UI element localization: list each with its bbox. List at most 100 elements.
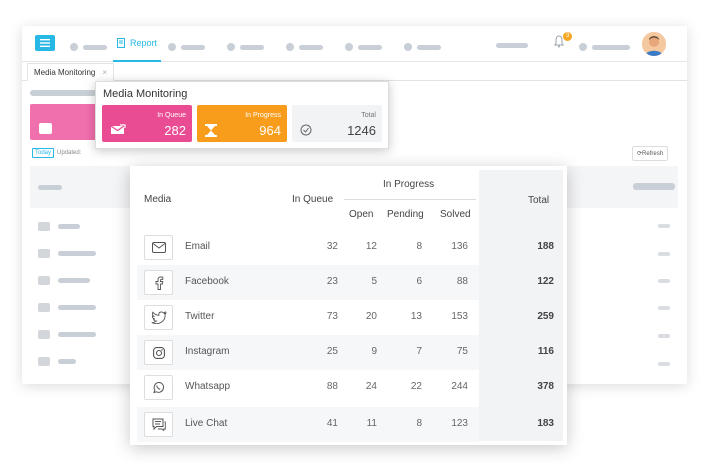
nav-item-6[interactable] [345,43,382,51]
cell-total: 259 [537,311,554,322]
background-row [30,323,130,345]
in-progress-label: In Progress [245,112,281,119]
table-row[interactable]: Email 32 12 8 136 188 [137,230,563,265]
facebook-icon [144,270,173,295]
nav-item-7[interactable] [404,43,441,51]
header-media: Media [144,194,172,205]
hourglass-icon [205,124,217,137]
user-menu[interactable] [579,43,630,51]
background-row [30,242,130,264]
hamburger-menu-button[interactable] [35,35,55,51]
media-name: Twitter [185,311,215,322]
total-stat[interactable]: Total 1246 [292,105,382,142]
nav-item-4[interactable] [227,43,264,51]
cell-total: 183 [537,418,554,429]
nav-item-5[interactable] [286,43,323,51]
tab-close-icon[interactable]: × [102,64,107,80]
background-cell [658,279,670,283]
media-name: Instagram [185,346,230,357]
notification-badge: 3 [563,32,572,41]
cell-pending: 8 [416,241,422,252]
cell-in-queue: 25 [326,346,338,357]
top-bar: Report 3 [22,26,687,62]
cell-total: 116 [537,346,554,357]
cell-open: 11 [366,418,377,429]
tab-label: Media Monitoring [34,68,96,77]
cell-total: 378 [537,381,554,392]
table-row[interactable]: Instagram 25 9 7 75 116 [137,335,563,370]
live-chat-icon [144,412,173,437]
media-name: Email [185,241,211,252]
avatar[interactable] [642,32,666,56]
background-row [30,269,130,291]
whatsapp-icon [144,375,173,400]
media-name: Facebook [185,276,229,287]
cell-solved: 244 [451,381,468,392]
cell-total: 122 [537,276,554,287]
inbox-icon [110,124,126,134]
nav-item-1[interactable] [70,43,107,51]
cell-pending: 22 [410,381,422,392]
updated-label: Updated: [57,150,82,156]
background-row [30,350,130,372]
twitter-icon [144,305,173,330]
nav-report-label: Report [130,38,158,48]
cell-solved: 88 [456,276,468,287]
total-label: Total [361,112,376,119]
in-queue-value: 282 [164,123,186,138]
media-name: Live Chat [185,418,228,429]
summary-title: Media Monitoring [103,88,188,100]
cell-in-queue: 32 [326,241,338,252]
tab-row: Media Monitoring × [22,63,687,81]
today-button[interactable]: Today [32,148,55,158]
menu-icon [40,39,50,47]
cell-open: 5 [371,276,377,287]
nav-item-3[interactable] [168,43,205,51]
cell-total: 188 [537,241,554,252]
report-icon [117,38,125,48]
background-cell [658,306,670,310]
cell-open: 20 [365,311,377,322]
cell-pending: 7 [416,346,422,357]
cell-in-queue: 88 [326,381,338,392]
cell-pending: 13 [410,311,422,322]
background-cell [658,334,670,338]
table-row[interactable]: Twitter 73 20 13 153 259 [137,300,563,335]
cell-in-queue: 41 [326,418,338,429]
header-pending: Pending [387,209,424,220]
nav-item-8[interactable] [496,43,528,48]
media-name: Whatsapp [185,381,231,392]
refresh-button[interactable]: ⟳Refresh [632,146,669,161]
date-filter: Today Updated: [32,148,81,158]
cell-open: 9 [371,346,377,357]
nav-item-report[interactable]: Report [113,26,162,62]
summary-card: Media Monitoring In Queue 282 In Progres… [95,81,389,149]
header-divider [344,199,476,200]
table-row[interactable]: Live Chat 41 11 8 123 183 [137,407,563,442]
table-row[interactable]: Facebook 23 5 6 88 122 [137,265,563,300]
refresh-label: Refresh [642,151,664,157]
in-progress-stat[interactable]: In Progress 964 [197,105,287,142]
table-row[interactable]: Whatsapp 88 24 22 244 378 [137,370,563,405]
header-total: Total [528,195,550,206]
instagram-icon [144,340,173,365]
media-table: Media In Queue In Progress Open Pending … [130,166,567,445]
email-icon [144,235,173,260]
header-solved: Solved [440,209,471,220]
total-value: 1246 [347,123,376,138]
cell-solved: 123 [451,418,468,429]
header-in-progress: In Progress [383,179,435,190]
in-queue-stat[interactable]: In Queue 282 [102,105,192,142]
cell-solved: 136 [451,241,468,252]
cell-solved: 75 [456,346,468,357]
cell-pending: 6 [416,276,422,287]
cell-in-queue: 73 [326,311,338,322]
in-queue-label: In Queue [157,112,186,119]
background-row [30,296,130,318]
cell-solved: 153 [451,311,468,322]
background-card [30,104,100,140]
cell-pending: 8 [416,418,422,429]
tab-media-monitoring[interactable]: Media Monitoring × [27,63,115,81]
background-cell [658,252,670,256]
background-cell [658,224,670,228]
